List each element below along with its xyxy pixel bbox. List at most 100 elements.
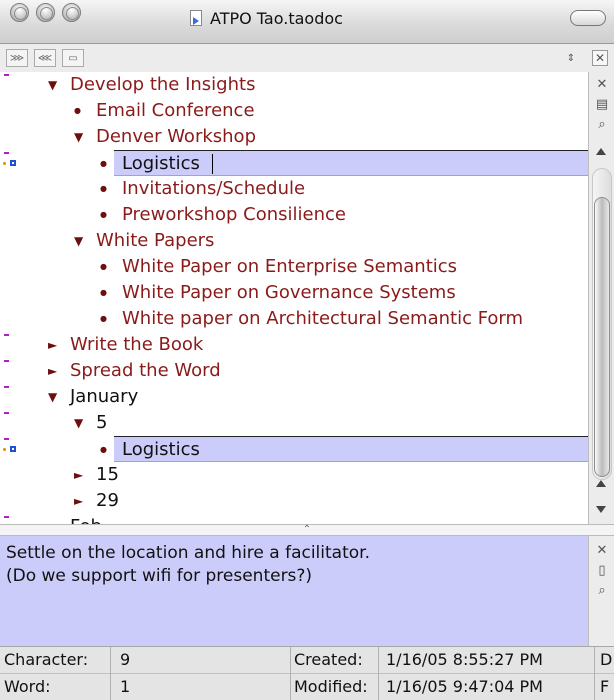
selection-marker-icon — [10, 160, 16, 166]
outline-row[interactable]: ● Preworkshop Consilience — [0, 202, 588, 228]
disclosure-open-icon[interactable]: ▼ — [48, 72, 57, 98]
app-window: ATPO Tao.taodoc ⋙ ⋘ ▭ ⇕ ✕ ▼ Develop the I… — [0, 0, 614, 700]
note-line: Settle on the location and hire a facili… — [6, 543, 370, 563]
bullet-icon[interactable]: ● — [100, 151, 107, 177]
outline-view[interactable]: ▼ Develop the Insights ● Email Conference ▼ D… — [0, 72, 588, 524]
disclosure-open-icon[interactable]: ▼ — [48, 384, 57, 410]
created-value: 1/16/05 8:55:27 PM — [386, 650, 543, 669]
disclosure-closed-icon[interactable]: ► — [48, 514, 57, 524]
outline-row[interactable]: ● Email Conference — [0, 98, 588, 124]
outline-item-label: Invitations/Schedule — [122, 178, 306, 199]
promote-icon[interactable]: ⋙ — [6, 49, 28, 67]
zoom-window-button[interactable] — [62, 3, 81, 22]
outline-scrollbar[interactable] — [592, 168, 612, 480]
outline-row[interactable]: ● White paper on Architectural Semantic F… — [0, 306, 588, 332]
outline-item-label: White Papers — [96, 230, 215, 251]
status-divider — [594, 647, 595, 700]
outline-row[interactable]: ● Invitations/Schedule — [0, 176, 588, 202]
scroll-down-arrow-icon[interactable] — [596, 506, 606, 513]
gutter-dot — [3, 448, 6, 451]
outline-item-label: White Paper on Governance Systems — [122, 282, 456, 303]
column-icon[interactable]: ▤ — [594, 96, 610, 112]
note-column-icon[interactable]: ▯ — [594, 562, 610, 578]
gutter-mark — [4, 334, 9, 336]
close-column-icon[interactable]: ✕ — [594, 76, 610, 92]
disclosure-closed-icon[interactable]: ► — [74, 462, 83, 488]
gutter-dot — [3, 162, 6, 165]
zoom-icon[interactable]: ⌕ — [594, 116, 610, 132]
demote-icon[interactable]: ⋘ — [34, 49, 56, 67]
outline-item-label: White paper on Architectural Semantic Fo… — [122, 308, 524, 329]
status-divider — [110, 647, 111, 700]
scroll-up-arrow-icon[interactable] — [596, 148, 606, 155]
outline-row[interactable]: ▼ Denver Workshop — [0, 124, 588, 150]
status-divider — [290, 647, 291, 700]
character-count-value: 9 — [120, 650, 131, 669]
outline-toolbar: ⋙ ⋘ ▭ — [0, 44, 614, 72]
gutter-mark — [4, 360, 9, 362]
note-zoom-icon[interactable]: ⌕ — [594, 582, 610, 598]
created-label: Created: — [294, 650, 363, 669]
outline-row[interactable]: ► 15 — [0, 462, 588, 488]
disclosure-open-icon[interactable]: ▼ — [74, 124, 83, 150]
outline-row[interactable]: ▼ White Papers — [0, 228, 588, 254]
bullet-icon[interactable]: ● — [100, 280, 107, 306]
minimize-window-button[interactable] — [36, 3, 55, 22]
note-line: (Do we support wifi for presenters?) — [6, 566, 313, 586]
gutter-mark — [4, 152, 9, 154]
outline-row[interactable]: ▼ January — [0, 384, 588, 410]
note-side-strip: ✕ ▯ ⌕ — [588, 536, 614, 646]
bullet-icon[interactable]: ● — [100, 202, 107, 228]
outline-row[interactable]: ► Feb — [0, 514, 588, 524]
note-text-area[interactable]: Settle on the location and hire a facili… — [0, 536, 588, 646]
outline-side-strip: ✕ ▤ ⌕ — [588, 72, 614, 524]
outline-row[interactable]: ● White Paper on Governance Systems — [0, 280, 588, 306]
outline-row[interactable]: ▼ Develop the Insights — [0, 72, 588, 98]
stepper-icon[interactable]: ⇕ — [563, 50, 579, 66]
disclosure-closed-icon[interactable]: ► — [48, 332, 57, 358]
text-caret — [212, 154, 213, 174]
toolbar-toggle-button[interactable] — [570, 10, 606, 26]
close-pane-icon[interactable]: ✕ — [592, 50, 608, 66]
bullet-icon[interactable]: ● — [74, 98, 81, 124]
status-bar: Character: 9 Word: 1 Created: 1/16/05 8:… — [0, 646, 614, 700]
outline-item-label: White Paper on Enterprise Semantics — [122, 256, 458, 277]
outline-row[interactable]: ● White Paper on Enterprise Semantics — [0, 254, 588, 280]
window-title: ATPO Tao.taodoc — [210, 8, 343, 28]
bullet-icon[interactable]: ● — [100, 176, 107, 202]
gutter-mark — [4, 438, 9, 440]
bullet-icon[interactable]: ● — [100, 306, 107, 332]
outline-row[interactable]: ► Write the Book — [0, 332, 588, 358]
disclosure-open-icon[interactable]: ▼ — [74, 410, 83, 436]
outline-row[interactable]: ● Logistics — [100, 436, 588, 462]
status-extra-field: D — [600, 650, 613, 669]
gutter-mark — [4, 412, 9, 414]
outline-item-label: Spread the Word — [70, 360, 221, 381]
status-extra-field: F — [600, 677, 610, 696]
scroll-up-arrow-icon[interactable] — [596, 480, 606, 487]
word-count-value: 1 — [120, 677, 131, 696]
outline-row[interactable]: ▼ 5 — [0, 410, 588, 436]
disclosure-open-icon[interactable]: ▼ — [74, 228, 83, 254]
disclosure-closed-icon[interactable]: ► — [74, 488, 83, 514]
gutter-mark — [4, 386, 9, 388]
outline-item-label: January — [70, 386, 139, 407]
outline-item-label: Feb — [70, 514, 102, 524]
gutter-mark — [4, 74, 9, 76]
outline-row[interactable]: ► 29 — [0, 488, 588, 514]
word-count-label: Word: — [4, 677, 51, 696]
gutter-mark — [4, 516, 9, 518]
pane-splitter[interactable]: ⌃ — [0, 524, 614, 536]
outline-item-label: Logistics — [122, 439, 200, 460]
bullet-icon[interactable]: ● — [100, 437, 107, 463]
view-options-icon[interactable]: ▭ — [62, 49, 84, 67]
disclosure-closed-icon[interactable]: ► — [48, 358, 57, 384]
outline-scroll-thumb[interactable] — [594, 197, 610, 477]
outline-row[interactable]: ► Spread the Word — [0, 358, 588, 384]
outline-item-label: Denver Workshop — [96, 126, 256, 147]
close-note-icon[interactable]: ✕ — [594, 542, 610, 558]
outline-item-label: 29 — [96, 490, 119, 511]
outline-row[interactable]: ● Logistics — [100, 150, 588, 176]
bullet-icon[interactable]: ● — [100, 254, 107, 280]
close-window-button[interactable] — [10, 3, 29, 22]
